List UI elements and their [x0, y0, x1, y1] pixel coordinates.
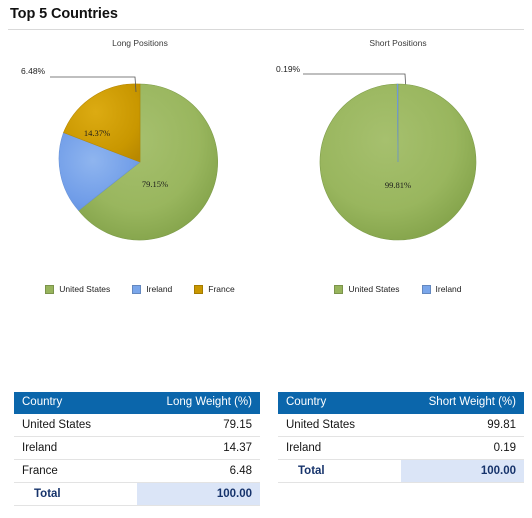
pie-svg-short: 99.81%	[319, 83, 477, 241]
table-row: France 6.48	[14, 459, 260, 483]
pie-chart-long-positions: 14.37% 79.15%	[35, 80, 245, 244]
legend-swatch-icon-ireland	[132, 284, 142, 294]
cell-country: United States	[278, 414, 401, 437]
chart-subtitle-long: Long Positions	[112, 38, 168, 48]
column-header-country[interactable]: Country	[14, 392, 137, 414]
cell-total-value: 100.00	[401, 459, 524, 483]
table-short-weights: Country Short Weight (%) United States 9…	[278, 392, 524, 483]
cell-country: United States	[14, 414, 137, 437]
legend-label-france: France	[208, 284, 235, 294]
legend-item-ireland[interactable]: Ireland	[421, 284, 462, 294]
pie-label-united-states: 79.15%	[142, 179, 168, 189]
column-header-country[interactable]: Country	[278, 392, 401, 414]
cell-weight: 6.48	[137, 459, 260, 483]
legend-item-united-states[interactable]: United States	[334, 284, 400, 294]
legend-long-positions: United States Ireland France	[14, 284, 266, 294]
cell-country: France	[14, 459, 137, 483]
table-long-weights: Country Long Weight (%) United States 79…	[14, 392, 260, 506]
legend-label-united-states: United States	[59, 284, 111, 294]
cell-total-value: 100.00	[137, 482, 260, 506]
pie-svg-long: 14.37% 79.15%	[58, 83, 218, 241]
cell-weight: 79.15	[137, 414, 260, 437]
pie-label-ireland: 14.37%	[84, 128, 110, 138]
cell-country: Ireland	[14, 436, 137, 460]
cell-country: Ireland	[278, 436, 401, 460]
pie-callout-label-france: 6.48%	[21, 66, 46, 76]
table-header-row: Country Short Weight (%)	[278, 392, 524, 414]
legend-label-ireland: Ireland	[435, 284, 462, 294]
chart-subtitle-short: Short Positions	[369, 38, 427, 48]
pie-chart-short-positions: 99.81%	[293, 80, 503, 244]
table-total-row: Total 100.00	[14, 482, 260, 506]
table-row: Ireland 0.19	[278, 436, 524, 460]
pie-label-united-states: 99.81%	[385, 180, 411, 190]
legend-swatch-icon-ireland	[421, 284, 431, 294]
page-title: Top 5 Countries	[10, 6, 118, 22]
legend-swatch-icon-france	[194, 284, 204, 294]
pie-callout-label-ireland: 0.19%	[276, 64, 301, 74]
chart-panel-long-positions: Long Positions 14.37% 79.15% United Stat…	[14, 34, 266, 306]
table-header-row: Country Long Weight (%)	[14, 392, 260, 414]
cell-weight: 0.19	[401, 436, 524, 460]
table-row: United States 99.81	[278, 414, 524, 437]
legend-swatch-icon-united-states	[334, 284, 344, 294]
title-divider	[8, 29, 524, 30]
cell-total-label: Total	[14, 482, 137, 506]
column-header-long-weight[interactable]: Long Weight (%)	[137, 392, 260, 414]
column-header-short-weight[interactable]: Short Weight (%)	[401, 392, 524, 414]
table-row: Ireland 14.37	[14, 436, 260, 460]
legend-swatch-icon-united-states	[45, 284, 55, 294]
cell-total-label: Total	[278, 459, 401, 483]
legend-item-ireland[interactable]: Ireland	[132, 284, 172, 294]
table-row: United States 79.15	[14, 414, 260, 437]
chart-panel-short-positions: Short Positions 99.81% United States Ire…	[272, 34, 524, 306]
legend-label-ireland: Ireland	[146, 284, 173, 294]
cell-weight: 14.37	[137, 436, 260, 460]
cell-weight: 99.81	[401, 414, 524, 437]
table-total-row: Total 100.00	[278, 459, 524, 483]
legend-item-france[interactable]: France	[194, 284, 235, 294]
legend-short-positions: United States Ireland	[272, 284, 524, 294]
legend-label-united-states: United States	[348, 284, 400, 294]
legend-item-united-states[interactable]: United States	[45, 284, 110, 294]
